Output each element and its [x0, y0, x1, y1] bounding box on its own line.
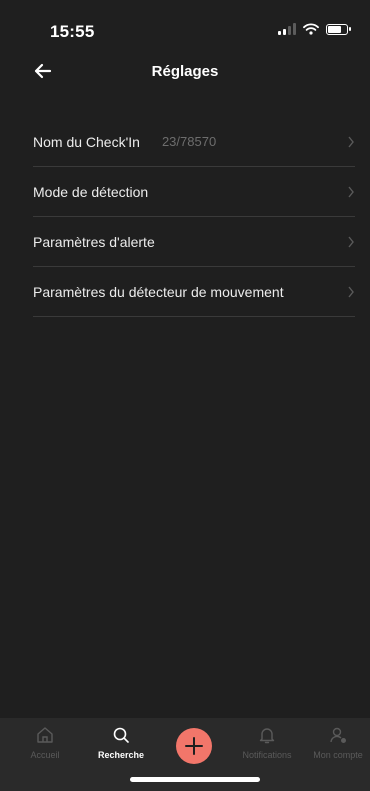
settings-item-value: 23/78570: [161, 134, 217, 149]
tab-label: Notifications: [242, 750, 292, 760]
settings-item-motion-detector[interactable]: Paramètres du détecteur de mouvement: [33, 267, 355, 317]
chevron-right-icon: [348, 286, 354, 298]
bell-icon: [259, 728, 275, 744]
settings-item-alert-settings[interactable]: Paramètres d'alerte: [33, 217, 355, 267]
status-time: 15:55: [50, 22, 95, 41]
battery-icon: [326, 23, 351, 35]
settings-item-checkin-name[interactable]: Nom du Check'In 23/78570: [33, 117, 355, 167]
status-bar: 15:55: [0, 0, 370, 54]
add-button[interactable]: [176, 728, 212, 764]
plus-icon: [185, 737, 203, 755]
tab-home[interactable]: Accueil: [14, 718, 76, 773]
settings-item-label: Nom du Check'In: [33, 133, 140, 150]
home-indicator: [130, 777, 260, 782]
chevron-right-icon: [348, 136, 354, 148]
settings-list: Nom du Check'In 23/78570 Mode de détecti…: [33, 117, 355, 317]
tab-search[interactable]: Recherche: [88, 718, 154, 773]
tab-notifications[interactable]: Notifications: [234, 718, 300, 773]
settings-item-label: Mode de détection: [33, 183, 149, 200]
tab-bar: Accueil Recherche Notifications Mon comp…: [0, 718, 370, 791]
user-icon: [330, 727, 346, 743]
settings-item-label: Paramètres du détecteur de mouvement: [33, 283, 284, 300]
status-icons: [278, 23, 351, 35]
wifi-icon: [303, 23, 319, 35]
tab-label: Mon compte: [313, 750, 363, 760]
tab-account[interactable]: Mon compte: [306, 718, 370, 773]
page-title: Réglages: [151, 63, 219, 80]
tab-label: Recherche: [97, 750, 145, 760]
search-icon: [113, 727, 129, 743]
settings-item-label: Paramètres d'alerte: [33, 233, 155, 250]
chevron-right-icon: [348, 186, 354, 198]
nav-bar: Réglages: [0, 54, 370, 90]
cellular-signal-icon: [278, 23, 296, 35]
chevron-right-icon: [348, 236, 354, 248]
tab-label: Accueil: [30, 750, 60, 760]
home-icon: [37, 727, 53, 743]
settings-item-detection-mode[interactable]: Mode de détection: [33, 167, 355, 217]
